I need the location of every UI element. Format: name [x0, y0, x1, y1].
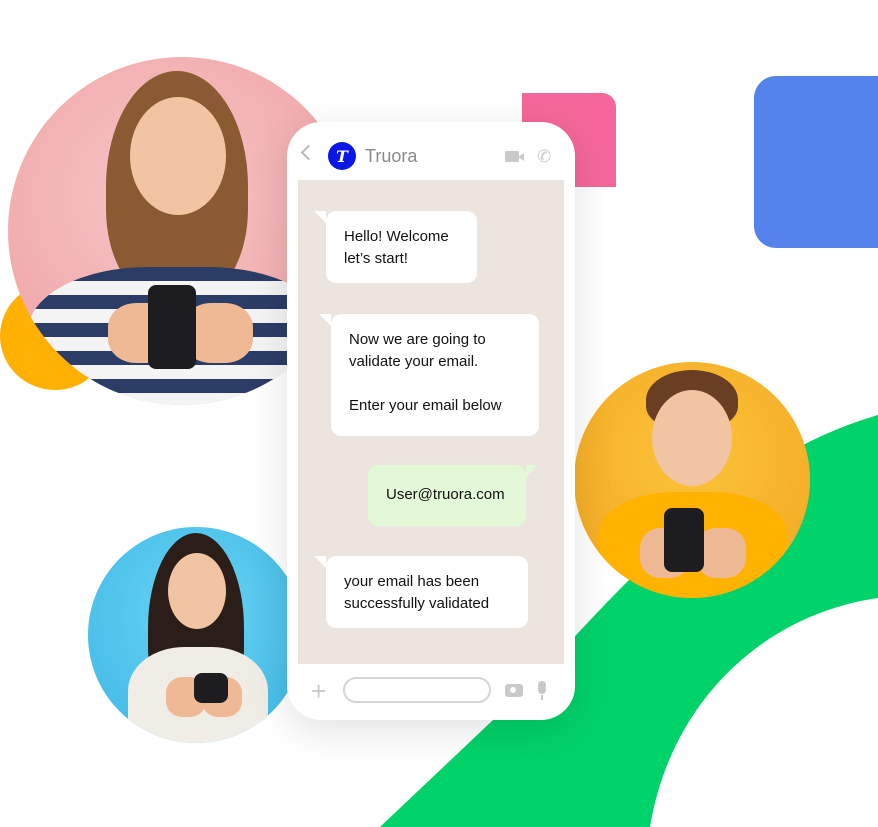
camera-icon[interactable] — [505, 684, 523, 697]
decorative-blue-square — [754, 76, 878, 248]
chat-message-incoming: your email has been successfully validat… — [314, 556, 528, 628]
chat-messages-area: Hello! Welcome let’s start! Now we are g… — [298, 180, 564, 664]
chat-input-bar: + — [287, 664, 575, 720]
person-photo-man-yellow-background — [574, 362, 810, 598]
chat-message-incoming: Hello! Welcome let’s start! — [314, 211, 477, 283]
message-input[interactable] — [343, 677, 491, 703]
back-chevron-icon[interactable] — [300, 144, 317, 161]
video-camera-icon[interactable] — [505, 151, 519, 162]
plus-icon[interactable]: + — [311, 678, 326, 704]
person-photo-woman-blue-background — [88, 527, 304, 743]
phone-call-icon[interactable]: ✆ — [537, 148, 551, 165]
truora-logo-icon: T — [328, 142, 356, 170]
phone-mockup: T Truora ✆ Hello! Welcome let’s start! N… — [287, 122, 575, 720]
chat-message-outgoing: User@truora.com — [368, 465, 538, 526]
chat-message-incoming: Now we are going to validate your email.… — [319, 314, 539, 436]
chat-header: T Truora ✆ — [287, 122, 575, 180]
chat-contact-name: Truora — [365, 146, 418, 166]
microphone-icon[interactable] — [538, 681, 546, 700]
